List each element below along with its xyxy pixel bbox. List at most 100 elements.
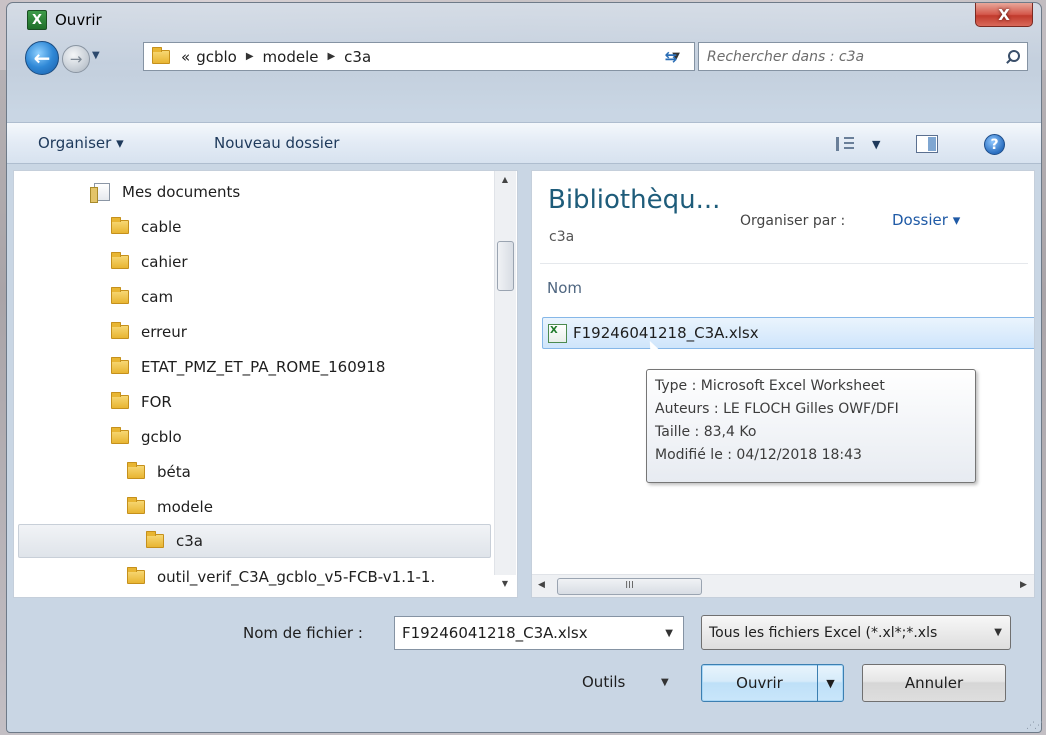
tooltip-size: Taille : 83,4 Ko: [655, 424, 757, 440]
tree-item-label: FOR: [141, 393, 172, 411]
folder-icon: [111, 217, 129, 234]
tree-item-erreur[interactable]: erreur: [111, 315, 187, 349]
organize-button[interactable]: Organiser ▾: [38, 134, 124, 152]
tree-item-label: c3a: [176, 532, 203, 550]
folder-icon: [127, 497, 145, 514]
tree-item-label: gcblo: [141, 428, 182, 446]
tree-item-label: erreur: [141, 323, 187, 341]
scrollbar-thumb[interactable]: [497, 241, 514, 291]
library-subtitle: c3a: [549, 229, 575, 245]
preview-pane-icon[interactable]: [916, 135, 938, 153]
tree-vertical-scrollbar[interactable]: ▲ ▼: [494, 171, 516, 588]
resize-grip-icon[interactable]: ⋰⋰: [1026, 721, 1043, 731]
forward-button[interactable]: →: [62, 45, 90, 73]
arrow-left-icon: ←: [33, 46, 51, 70]
search-input[interactable]: Rechercher dans : c3a: [698, 42, 1028, 71]
search-icon[interactable]: [1005, 49, 1020, 64]
folder-icon: [111, 252, 129, 269]
chevron-down-icon[interactable]: ▼: [994, 627, 1002, 638]
tree-item-label: outil_verif_C3A_gcblo_v5-FCB-v1.1-1.: [157, 568, 436, 586]
tree-item-label: cable: [141, 218, 182, 236]
folder-icon: [127, 567, 145, 584]
navigation-tree[interactable]: Mes documents cable cahier cam erreur ET…: [13, 170, 518, 598]
command-toolbar: [7, 122, 1041, 164]
breadcrumb-c3a[interactable]: c3a: [344, 48, 371, 66]
filename-label: Nom de fichier :: [243, 624, 363, 642]
file-type-filter[interactable]: Tous les fichiers Excel (*.xl*;*.xls ▼: [701, 615, 1011, 650]
tree-item-beta[interactable]: béta: [127, 455, 191, 489]
arrow-right-icon: →: [69, 50, 83, 68]
library-title: Bibliothèqu...: [548, 185, 721, 215]
tree-item-c3a[interactable]: c3a: [18, 524, 491, 558]
file-name: F19246041218_C3A.xlsx: [573, 324, 759, 342]
scroll-up-icon[interactable]: ▲: [495, 175, 515, 184]
folder-icon: [152, 46, 170, 64]
scroll-left-icon[interactable]: ◀: [538, 580, 545, 590]
tree-item-for[interactable]: FOR: [111, 385, 172, 419]
folder-icon: [127, 462, 145, 479]
breadcrumb-modele[interactable]: modele: [263, 48, 319, 66]
arrange-by-dropdown[interactable]: Dossier ▾: [892, 211, 960, 229]
tree-item-label: cahier: [141, 253, 188, 271]
chevron-down-icon[interactable]: ▼: [872, 138, 880, 151]
tree-item-label: béta: [157, 463, 191, 481]
close-button[interactable]: X: [975, 3, 1033, 27]
chevron-down-icon[interactable]: ▼: [661, 677, 669, 688]
filter-value: Tous les fichiers Excel (*.xl*;*.xls: [709, 624, 938, 641]
search-placeholder: Rechercher dans : c3a: [707, 48, 865, 65]
tools-button[interactable]: Outils: [582, 673, 625, 691]
library-icon: [90, 183, 110, 203]
file-info-tooltip: Type : Microsoft Excel Worksheet Auteurs…: [646, 369, 976, 483]
divider: [540, 263, 1028, 264]
refresh-button[interactable]: ⇆: [653, 46, 689, 68]
folder-icon: [111, 322, 129, 339]
history-dropdown[interactable]: ▼: [92, 50, 100, 61]
chevron-right-icon[interactable]: ▶: [246, 51, 254, 62]
tooltip-modified: Modifié le : 04/12/2018 18:43: [655, 447, 862, 463]
excel-file-icon: [548, 323, 567, 343]
filename-input[interactable]: F19246041218_C3A.xlsx ▼: [394, 616, 684, 650]
tooltip-authors: Auteurs : LE FLOCH Gilles OWF/DFI: [655, 401, 899, 417]
tree-item-cable[interactable]: cable: [111, 210, 181, 244]
tree-item-mes-documents[interactable]: Mes documents: [90, 175, 241, 209]
tree-item-label: modele: [157, 498, 213, 516]
breadcrumb-gcblo[interactable]: gcblo: [196, 48, 237, 66]
back-button[interactable]: ←: [25, 41, 59, 75]
tree-item-cam[interactable]: cam: [111, 280, 173, 314]
scroll-right-icon[interactable]: ▶: [1020, 580, 1027, 590]
open-button[interactable]: Ouvrir ▼: [701, 664, 844, 702]
chevron-right-icon[interactable]: ▶: [327, 51, 335, 62]
file-row-selected[interactable]: F19246041218_C3A.xlsx: [542, 317, 1034, 349]
tree-item-outil-verif[interactable]: outil_verif_C3A_gcblo_v5-FCB-v1.1-1.: [127, 560, 435, 594]
tooltip-type: Type : Microsoft Excel Worksheet: [655, 378, 885, 394]
view-list-icon[interactable]: [836, 137, 854, 151]
tree-item-cahier[interactable]: cahier: [111, 245, 188, 279]
refresh-icon: ⇆: [664, 48, 678, 66]
chevron-down-icon[interactable]: ▼: [665, 628, 673, 639]
address-bar[interactable]: « gcblo ▶ modele ▶ c3a ▼: [143, 42, 695, 71]
excel-app-icon: X: [27, 10, 47, 30]
folder-icon: [111, 427, 129, 444]
filename-value: F19246041218_C3A.xlsx: [402, 624, 588, 642]
tree-item-modele[interactable]: modele: [127, 490, 213, 524]
tree-item-label: cam: [141, 288, 174, 306]
tree-item-label: Mes documents: [122, 183, 241, 201]
tree-item-etat-pmz[interactable]: ETAT_PMZ_ET_PA_ROME_160918: [111, 350, 385, 384]
open-split-dropdown[interactable]: ▼: [817, 665, 843, 701]
folder-icon: [111, 357, 129, 374]
file-list-horizontal-scrollbar[interactable]: ◀ III ▶: [532, 574, 1034, 597]
folder-icon: [111, 287, 129, 304]
tree-item-gcblo[interactable]: gcblo: [111, 420, 182, 454]
new-folder-button[interactable]: Nouveau dossier: [214, 134, 339, 152]
open-button-label: Ouvrir: [736, 674, 783, 692]
breadcrumb-overflow[interactable]: «: [181, 48, 190, 66]
address-row: ← → ▼ « gcblo ▶ modele ▶ c3a ▼ ⇆ Recherc…: [0, 38, 1046, 78]
scroll-down-icon[interactable]: ▼: [495, 579, 515, 588]
cancel-button[interactable]: Annuler: [862, 664, 1006, 702]
title-bar: X Ouvrir X: [7, 3, 1041, 35]
column-header-name[interactable]: Nom: [547, 279, 582, 297]
dialog-title: Ouvrir: [55, 11, 102, 29]
scrollbar-thumb[interactable]: III: [557, 578, 702, 595]
help-icon[interactable]: ?: [984, 134, 1005, 155]
tree-item-label: ETAT_PMZ_ET_PA_ROME_160918: [141, 358, 386, 376]
